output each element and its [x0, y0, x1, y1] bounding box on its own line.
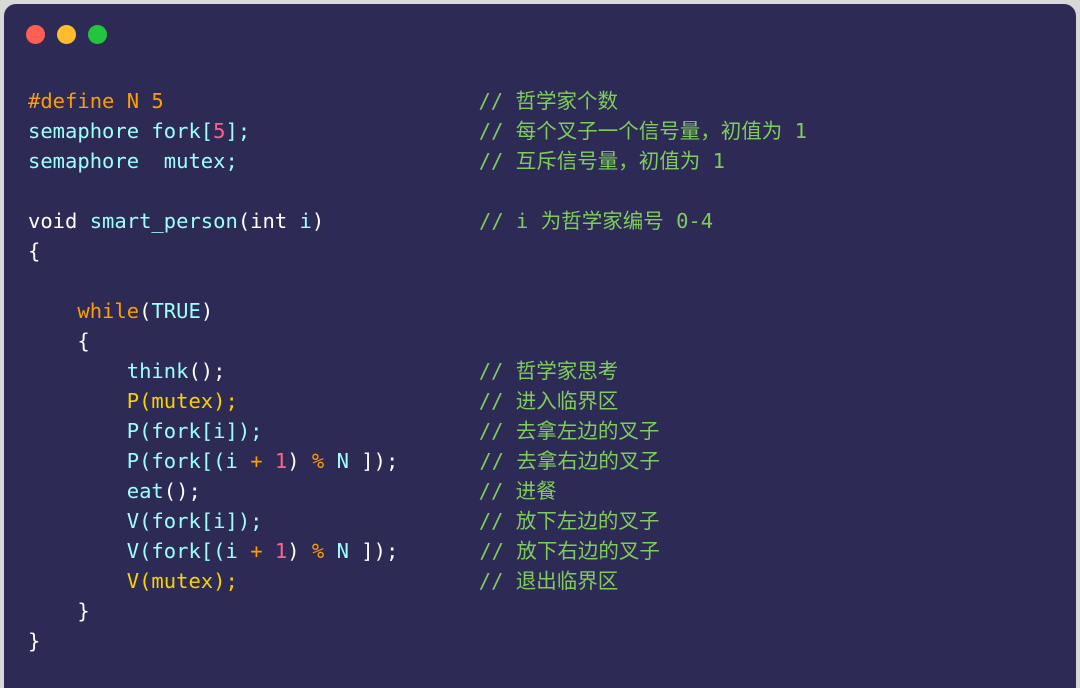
code-comment: // 放下左边的叉子 — [478, 509, 660, 533]
code-token: TRUE — [151, 299, 201, 323]
code-block[interactable]: #define N 5 // 哲学家个数 semaphore fork[5]; // … — [4, 64, 1076, 656]
code-token: V(fork[( — [126, 539, 226, 563]
line-func-open-brace: { — [28, 236, 1076, 266]
code-token: N — [336, 539, 362, 563]
code-token: } — [28, 629, 41, 653]
code-token: ]); — [361, 449, 399, 473]
close-button[interactable] — [26, 24, 45, 44]
code-token: think — [126, 359, 189, 383]
code-token: void — [28, 209, 90, 233]
code-token: ] — [225, 119, 238, 143]
code-token: semaphore mutex; — [28, 149, 238, 173]
code-token: % — [311, 449, 337, 473]
line-blank-1 — [28, 176, 1076, 206]
code-comment: // 哲学家个数 — [478, 89, 618, 113]
line-p-mutex: P(mutex); // 进入临界区 — [28, 386, 1076, 416]
code-comment: // 去拿右边的叉子 — [479, 449, 660, 473]
code-comment: // 退出临界区 — [478, 569, 619, 593]
line-v-fork-left: V(fork[i]); // 放下左边的叉子 — [28, 506, 1076, 536]
line-think: think(); // 哲学家思考 — [28, 356, 1076, 386]
code-token: int — [250, 209, 300, 233]
code-token: ) — [200, 299, 214, 323]
code-comment: // 放下右边的叉子 — [479, 539, 660, 563]
code-token: + — [250, 539, 275, 563]
code-token: N — [336, 449, 362, 473]
line-v-fork-right: V(fork[(i + 1) % N ]); // 放下右边的叉子 — [28, 536, 1076, 566]
line-eat: eat(); // 进餐 — [28, 476, 1076, 506]
code-token: ) — [311, 209, 325, 233]
code-comment: // 去拿左边的叉子 — [478, 419, 660, 443]
code-token: 1 — [274, 539, 288, 563]
code-token: { — [28, 329, 90, 353]
code-token: while — [77, 299, 140, 323]
code-token: ( — [139, 299, 152, 323]
code-token: ) — [287, 449, 312, 473]
code-token: P(fork[( — [126, 449, 226, 473]
code-token: i — [299, 209, 312, 233]
code-comment: // 进餐 — [478, 479, 557, 503]
window-titlebar — [4, 4, 1076, 64]
code-comment: // 哲学家思考 — [478, 359, 619, 383]
code-comment: // 进入临界区 — [478, 389, 619, 413]
code-comment: // i 为哲学家编号 0-4 — [479, 209, 714, 233]
minimize-button[interactable] — [57, 24, 76, 44]
code-token: V(mutex); — [126, 569, 238, 593]
code-token: P(fork[i]); — [126, 419, 263, 443]
code-token: i — [225, 449, 251, 473]
code-token: ( — [237, 209, 251, 233]
code-editor-window: #define N 5 // 哲学家个数 semaphore fork[5]; // … — [4, 4, 1076, 688]
line-blank-2 — [28, 266, 1076, 296]
code-comment: // 每个叉子一个信号量，初值为 1 — [478, 119, 807, 143]
code-token: smart_person — [89, 209, 238, 233]
code-token: ; — [237, 119, 251, 143]
code-token: 5 — [213, 119, 226, 143]
line-while: while(TRUE) — [28, 296, 1076, 326]
code-token: } — [28, 599, 90, 623]
code-comment: // 互斥信号量，初值为 1 — [478, 149, 725, 173]
line-define-n: #define N 5 // 哲学家个数 — [28, 86, 1076, 116]
code-token: V(fork[i]); — [126, 509, 263, 533]
code-token: (); — [163, 479, 201, 503]
code-token: { — [28, 239, 41, 263]
code-token: P(mutex); — [126, 389, 238, 413]
code-token: semaphore fork[ — [28, 119, 214, 143]
line-semaphore-mutex: semaphore mutex; // 互斥信号量，初值为 1 — [28, 146, 1076, 176]
line-func-close-brace: } — [28, 626, 1076, 656]
line-while-open-brace: { — [28, 326, 1076, 356]
line-semaphore-fork: semaphore fork[5]; // 每个叉子一个信号量，初值为 1 — [28, 116, 1076, 146]
code-token: + — [250, 449, 275, 473]
code-token: ]); — [361, 539, 399, 563]
line-p-fork-left: P(fork[i]); // 去拿左边的叉子 — [28, 416, 1076, 446]
code-token: (); — [188, 359, 226, 383]
line-func-signature: void smart_person(int i) // i 为哲学家编号 0-4 — [28, 206, 1076, 236]
line-p-fork-right: P(fork[(i + 1) % N ]); // 去拿右边的叉子 — [28, 446, 1076, 476]
line-while-close-brace: } — [28, 596, 1076, 626]
line-v-mutex: V(mutex); // 退出临界区 — [28, 566, 1076, 596]
maximize-button[interactable] — [88, 24, 107, 44]
code-token: ) — [287, 539, 312, 563]
code-token: % — [311, 539, 337, 563]
code-token: 1 — [274, 449, 288, 473]
code-token: i — [225, 539, 251, 563]
code-token: eat — [126, 479, 164, 503]
code-token: #define N 5 — [28, 89, 164, 113]
